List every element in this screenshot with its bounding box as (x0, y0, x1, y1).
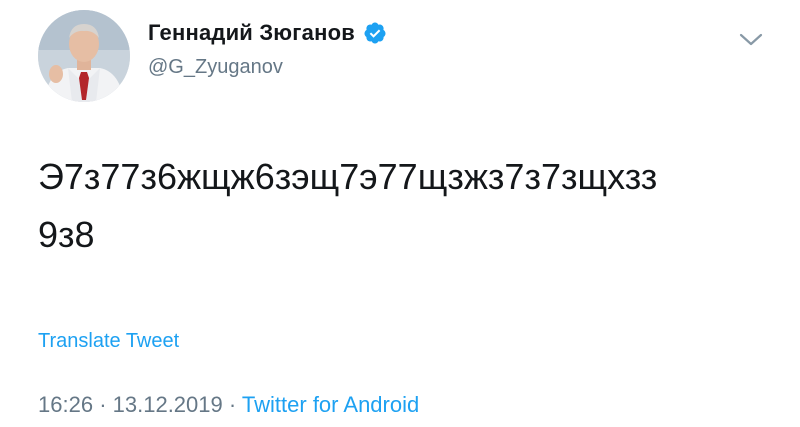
tweet-date[interactable]: 13.12.2019 (113, 392, 223, 417)
tweet-card: Геннадий Зюганов @G_Zyuganov Э7з77з6жщж6… (0, 0, 800, 427)
chevron-down-icon[interactable] (736, 30, 766, 50)
tweet-text-line: 9з8 (38, 214, 95, 255)
author-handle[interactable]: @G_Zyuganov (148, 56, 283, 79)
tweet-source-link[interactable]: Twitter for Android (242, 392, 419, 417)
author-display-name[interactable]: Геннадий Зюганов (148, 20, 355, 46)
tweet-text: Э7з77з6жщж6зэщ7э77щзжз7з7зщхзз 9з8 (38, 148, 758, 264)
meta-separator: · (99, 392, 107, 417)
tweet-meta: 16:26 · 13.12.2019 · Twitter for Android (38, 392, 419, 418)
tweet-text-line: Э7з77з6жщж6зэщ7э77щзжз7з7зщхзз (38, 156, 658, 197)
verified-badge-icon (364, 22, 386, 44)
avatar-image (38, 10, 130, 102)
avatar[interactable] (38, 10, 130, 102)
meta-separator: · (228, 392, 237, 417)
translate-tweet-link[interactable]: Translate Tweet (38, 330, 179, 353)
author-name-row: Геннадий Зюганов (148, 20, 387, 46)
tweet-time[interactable]: 16:26 (38, 392, 93, 417)
